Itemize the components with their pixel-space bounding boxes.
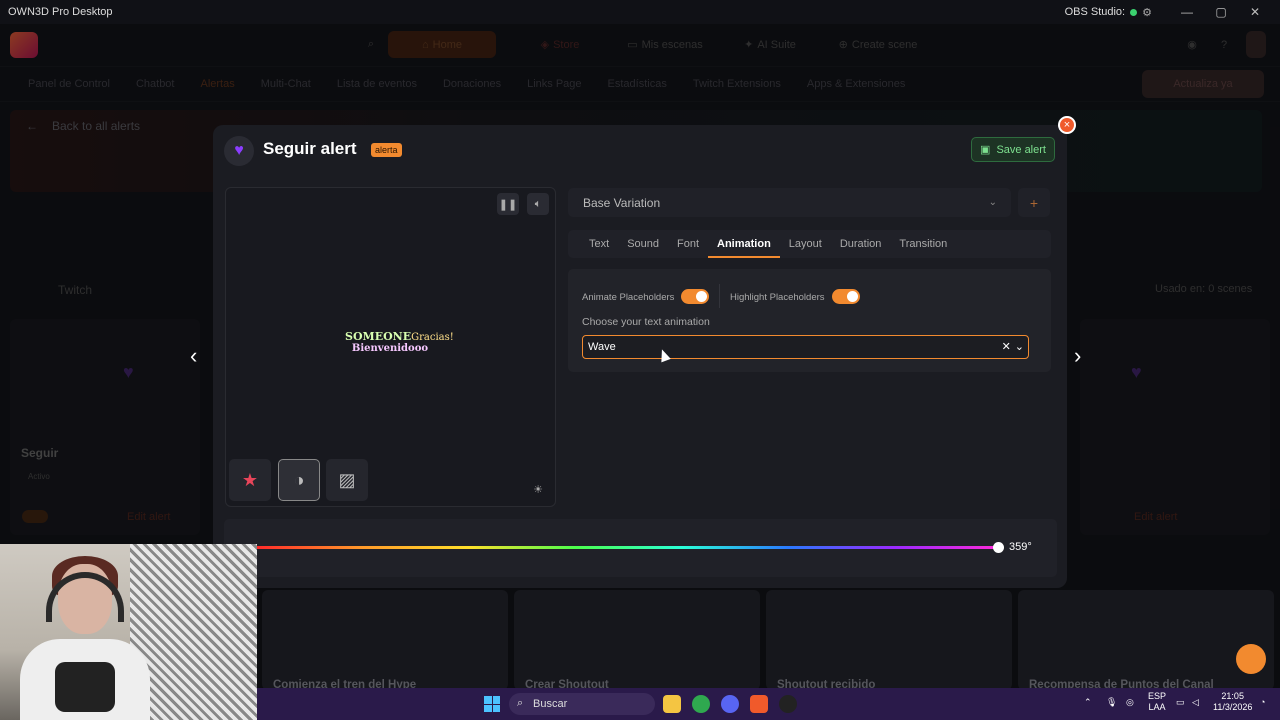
hue-slider-track[interactable] (256, 546, 1001, 549)
webcam-feed (0, 544, 257, 720)
maximize-button[interactable]: ▢ (1204, 5, 1238, 19)
highlight-placeholders-toggle[interactable] (832, 289, 860, 304)
bg-card-channel-points (1018, 590, 1274, 690)
modal-title: Seguir alert (263, 139, 357, 158)
obs-status[interactable]: OBS Studio: ⚙ (1065, 6, 1152, 19)
speaker-icon: 🔈︎ (534, 197, 542, 210)
image-icon: ▨ (338, 469, 356, 490)
preview-line-1: SOMEONEGracias! (345, 330, 454, 344)
volume-icon[interactable]: ◁ (1192, 697, 1199, 708)
bg-card-shoutout (514, 590, 760, 690)
discord-icon[interactable] (721, 695, 739, 713)
microphone-icon[interactable]: 🎙︎ (1106, 697, 1117, 708)
search-icon: ⌕ (517, 697, 524, 709)
gear-icon[interactable]: ⚙ (1142, 6, 1152, 19)
chevron-down-icon: ⌄ (988, 197, 997, 208)
heart-icon: ♥ (224, 136, 254, 166)
clear-icon[interactable]: ✕ (1002, 340, 1011, 353)
previous-alert-button[interactable]: ‹ (190, 343, 197, 369)
image-mode-button[interactable]: ▨ (326, 459, 368, 501)
taskbar-search-label: Buscar (533, 698, 568, 710)
chrome-icon[interactable] (692, 695, 710, 713)
chevron-right-icon: › (1074, 343, 1082, 368)
app-title: OWN3D Pro Desktop (8, 6, 113, 18)
clock-time: 21:05 (1221, 691, 1244, 701)
obs-connected-icon (1130, 8, 1138, 16)
obs-label: OBS Studio: (1064, 6, 1126, 18)
file-explorer-icon[interactable] (663, 695, 681, 713)
animate-placeholders-toggle[interactable] (681, 289, 709, 304)
preview-alert-text: SOMEONEGracias! Bienvenidooo (345, 330, 454, 354)
sun-icon: ☀ (533, 483, 543, 496)
variation-value: Base Variation (583, 195, 661, 210)
text-animation-value: Wave (588, 341, 616, 353)
save-alert-button[interactable]: ▣ Save alert (971, 137, 1055, 162)
brightness-button[interactable]: ☀ (527, 478, 549, 500)
tab-font[interactable]: Font (668, 230, 708, 258)
tab-text[interactable]: Text (580, 230, 618, 258)
chevron-left-icon: ‹ (190, 343, 198, 368)
alert-type-badge: alerta (371, 143, 402, 157)
preview-thanks: Gracias! (411, 332, 454, 343)
highlight-placeholders-label: Highlight Placeholders (730, 292, 825, 303)
tray-chevron-icon[interactable]: ⌃ (1084, 697, 1092, 708)
language-indicator[interactable]: ESP LAA (1148, 691, 1166, 714)
next-alert-button[interactable]: › (1074, 343, 1081, 369)
text-animation-select[interactable]: Wave ✕ ⌄ (582, 335, 1029, 359)
window-close-button[interactable]: ✕ (1238, 5, 1272, 19)
pause-icon: ❚❚ (498, 198, 518, 211)
bg-card-hype (262, 590, 508, 690)
palette-icon: ◑ (293, 469, 305, 490)
hue-slider-handle[interactable] (993, 542, 1004, 553)
style-mode-button[interactable]: ◑ (278, 459, 320, 501)
editor-tabs: Text Sound Font Animation Layout Duratio… (568, 230, 1051, 258)
pause-button[interactable]: ❚❚ (497, 193, 519, 215)
preview-line-2: Bienvenidooo (351, 342, 429, 354)
close-modal-button[interactable]: × (1058, 116, 1076, 134)
hue-value: 359° (1009, 541, 1032, 553)
preview-username: SOMEONE (345, 330, 412, 343)
tab-transition[interactable]: Transition (890, 230, 956, 258)
add-variation-button[interactable]: + (1018, 188, 1050, 217)
save-icon: ▣ (980, 144, 991, 156)
tab-layout[interactable]: Layout (780, 230, 831, 258)
variation-select[interactable]: Base Variation ⌄ (568, 188, 1011, 217)
tab-duration[interactable]: Duration (831, 230, 891, 258)
network-icon[interactable]: ▭ (1176, 697, 1185, 708)
bg-card-shoutout-received (766, 590, 1012, 690)
minimize-button[interactable]: — (1170, 5, 1204, 19)
tab-animation[interactable]: Animation (708, 230, 780, 258)
choose-animation-label: Choose your text animation (582, 316, 710, 328)
tray-app-icon[interactable]: ◎ (1126, 697, 1134, 708)
save-alert-label: Save alert (996, 143, 1046, 156)
divider (719, 284, 720, 308)
sparkle-star-icon: ★ (241, 469, 259, 490)
windows-start-icon[interactable] (484, 696, 500, 712)
effects-mode-button[interactable]: ★ (229, 459, 271, 501)
support-chat-icon[interactable] (1236, 644, 1266, 674)
clock[interactable]: 21:05 11/3/2026 (1213, 691, 1252, 714)
obs-app-icon[interactable] (779, 695, 797, 713)
own3d-app-icon[interactable] (750, 695, 768, 713)
webcam-shirt-print (55, 662, 115, 712)
clock-date: 11/3/2026 (1213, 702, 1253, 713)
window-titlebar: OWN3D Pro Desktop OBS Studio: ⚙ — ▢ ✕ (0, 0, 1280, 24)
notification-bell-icon[interactable]: ◔ (1260, 697, 1265, 708)
animate-placeholders-label: Animate Placeholders (582, 292, 675, 303)
tab-sound[interactable]: Sound (618, 230, 668, 258)
taskbar-search[interactable]: ⌕ Buscar (509, 693, 655, 715)
chevron-down-icon[interactable]: ⌄ (1015, 340, 1024, 353)
volume-button[interactable]: 🔈︎ (527, 193, 549, 215)
language-code: ESP (1148, 691, 1167, 701)
keyboard-layout: LAA (1148, 702, 1166, 713)
